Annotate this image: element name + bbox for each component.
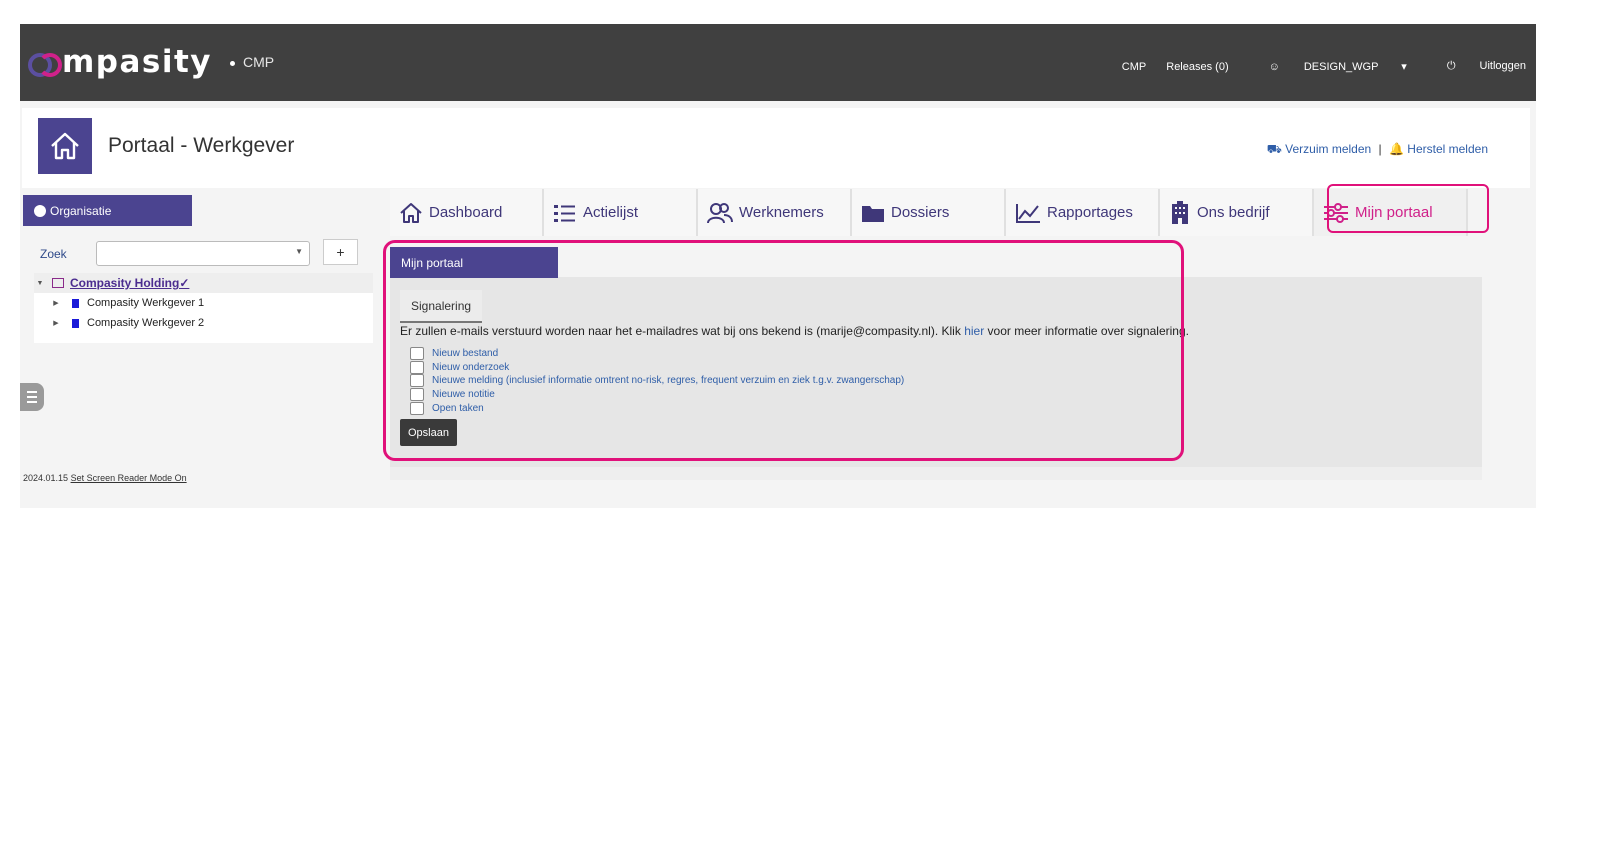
quick-links: ⛟ Verzuim melden | 🔔 Herstel melden — [1267, 142, 1488, 158]
sidebar-toggle-button[interactable] — [20, 383, 44, 411]
add-button[interactable]: + — [323, 239, 358, 265]
user-menu[interactable]: ☺ DESIGN_WGP ▾ — [1249, 60, 1407, 73]
verzuim-melden-link[interactable]: ⛟ Verzuim melden — [1267, 142, 1372, 156]
bell-icon: 🔔 — [1389, 142, 1404, 156]
logo-text: mpasity — [62, 44, 213, 80]
tab-label: Dossiers — [891, 204, 950, 221]
expand-icon[interactable]: ▶ — [50, 299, 62, 307]
panel-highlight — [383, 240, 1184, 461]
screen-reader-link[interactable]: Set Screen Reader Mode On — [71, 473, 187, 483]
tab-label: Werknemers — [739, 204, 824, 221]
organisation-tree: ▼ Compasity Holding✓ ▶ Compasity Werkgev… — [34, 273, 373, 343]
collapse-icon[interactable]: ▼ — [34, 280, 46, 287]
product-label: CMP — [243, 54, 275, 70]
list-icon — [554, 204, 575, 222]
chevron-down-icon: ▼ — [295, 247, 303, 256]
tree-root: ▼ Compasity Holding✓ — [34, 273, 373, 293]
chart-icon — [1016, 203, 1040, 223]
home-icon — [38, 118, 92, 174]
building-icon — [72, 298, 79, 308]
herstel-label: Herstel melden — [1407, 142, 1488, 156]
tab-dossiers[interactable]: Dossiers — [852, 189, 1006, 236]
org-tab-label: Organisatie — [50, 203, 112, 218]
active-tab-highlight — [1327, 184, 1489, 233]
tab-label: Actielijst — [583, 204, 639, 221]
link-separator: | — [1378, 142, 1382, 156]
user-icon: ☺ — [1268, 61, 1280, 73]
tree-item-label[interactable]: Compasity Werkgever 1 — [87, 297, 204, 309]
tree-root-link[interactable]: Compasity Holding✓ — [70, 276, 189, 290]
search-select[interactable]: ▼ — [96, 241, 310, 266]
tree-item: ▶ Compasity Werkgever 2 — [34, 313, 373, 333]
footer: 2024.01.15 Set Screen Reader Mode On — [23, 473, 187, 483]
version-label: 2024.01.15 — [23, 473, 69, 483]
tab-label: Dashboard — [429, 204, 503, 221]
tab-label: Rapportages — [1047, 204, 1133, 221]
content-footer-band — [390, 467, 1482, 480]
tab-organisatie[interactable]: Organisatie — [23, 195, 192, 226]
top-nav: CMP Releases (0) ☺ DESIGN_WGP ▾ ⏻ Uitlogge… — [1102, 60, 1526, 73]
topnav-cmp-link[interactable]: CMP — [1122, 61, 1146, 73]
tab-rapportages[interactable]: Rapportages — [1006, 189, 1160, 236]
herstel-melden-link[interactable]: 🔔 Herstel melden — [1389, 142, 1488, 156]
tab-werknemers[interactable]: Werknemers — [698, 189, 852, 236]
home-icon — [400, 202, 422, 223]
power-icon: ⏻ — [1446, 60, 1456, 72]
tree-item-label[interactable]: Compasity Werkgever 2 — [87, 317, 204, 329]
company-icon — [52, 278, 64, 288]
building-icon — [72, 318, 79, 328]
ambulance-icon: ⛟ — [1266, 142, 1282, 156]
users-icon — [707, 202, 733, 223]
logout-link[interactable]: ⏻ Uitloggen — [1427, 60, 1526, 73]
product-name: CMP — [230, 54, 274, 70]
tab-ons-bedrijf[interactable]: Ons bedrijf — [1160, 189, 1314, 236]
topnav-releases-link[interactable]: Releases (0) — [1166, 61, 1228, 73]
top-bar: mpasity CMP CMP Releases (0) ☺ DESIGN_WGP… — [20, 24, 1536, 101]
menu-icon — [27, 391, 37, 403]
caret-down-icon: ▾ — [1401, 61, 1407, 73]
logo[interactable]: mpasity CMP — [28, 44, 274, 80]
user-name: DESIGN_WGP — [1303, 61, 1379, 73]
tab-dashboard[interactable]: Dashboard — [390, 189, 544, 236]
search-label: Zoek — [40, 247, 67, 261]
folder-icon — [862, 205, 884, 222]
logo-mark-icon — [28, 50, 62, 77]
expand-icon[interactable]: ▶ — [50, 319, 62, 327]
tab-label: Ons bedrijf — [1197, 204, 1270, 221]
tab-actielijst[interactable]: Actielijst — [544, 189, 698, 236]
verzuim-label: Verzuim melden — [1285, 142, 1372, 156]
info-icon — [34, 204, 46, 217]
building-icon — [1172, 200, 1188, 224]
page-header: Portaal - Werkgever ⛟ Verzuim melden | 🔔… — [22, 108, 1530, 188]
app-window: mpasity CMP CMP Releases (0) ☺ DESIGN_WGP… — [20, 24, 1536, 508]
tree-item: ▶ Compasity Werkgever 1 — [34, 293, 373, 313]
page-title: Portaal - Werkgever — [108, 134, 295, 157]
logout-label: Uitloggen — [1479, 60, 1526, 72]
